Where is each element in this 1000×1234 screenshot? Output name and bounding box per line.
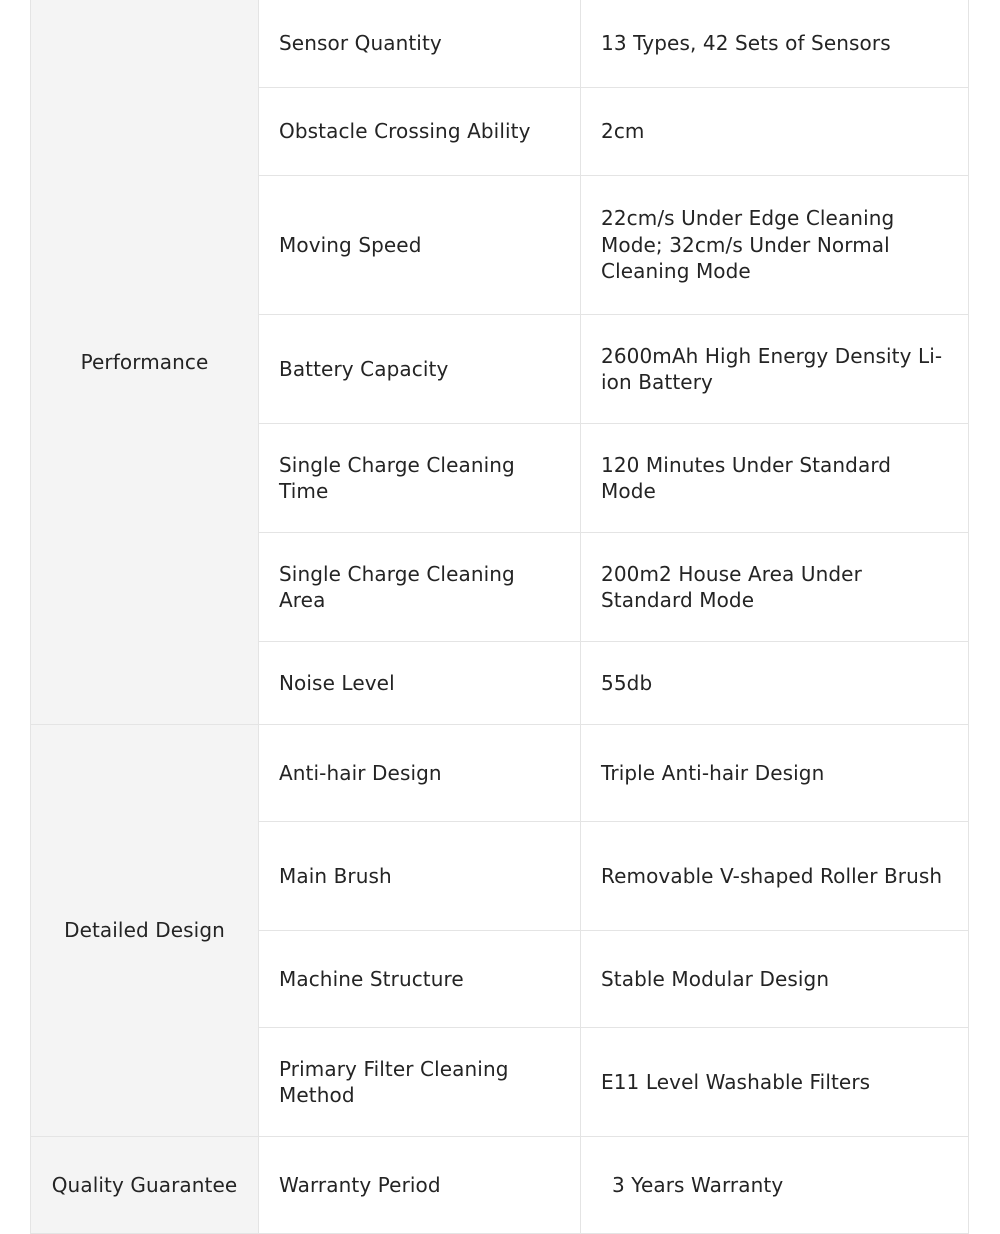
value-noise-level: 55db <box>580 641 969 725</box>
specification-table-body: Performance Sensor Quantity 13 Types, 42… <box>30 0 969 1234</box>
value-anti-hair-design: Triple Anti-hair Design <box>580 724 969 822</box>
specification-table: Performance Sensor Quantity 13 Types, 42… <box>30 0 969 1234</box>
value-main-brush: Removable V-shaped Roller Brush <box>580 821 969 931</box>
value-battery-capacity: 2600mAh High Energy Density Li-ion Batte… <box>580 314 969 424</box>
param-warranty-period: Warranty Period <box>258 1136 581 1234</box>
value-moving-speed: 22cm/s Under Edge Cleaning Mode; 32cm/s … <box>580 175 969 315</box>
param-sensor-quantity: Sensor Quantity <box>258 0 581 88</box>
param-battery-capacity: Battery Capacity <box>258 314 581 424</box>
param-noise-level: Noise Level <box>258 641 581 725</box>
group-label-performance: Performance <box>30 0 259 725</box>
param-moving-speed: Moving Speed <box>258 175 581 315</box>
table-row: Quality Guarantee Warranty Period 3 Year… <box>30 1136 969 1234</box>
table-row: Detailed Design Anti-hair Design Triple … <box>30 724 969 1137</box>
param-single-charge-cleaning-area: Single Charge Cleaning Area <box>258 532 581 642</box>
group-label-quality-guarantee: Quality Guarantee <box>30 1136 259 1234</box>
value-single-charge-cleaning-area: 200m2 House Area Under Standard Mode <box>580 532 969 642</box>
param-main-brush: Main Brush <box>258 821 581 931</box>
param-single-charge-cleaning-time: Single Charge Cleaning Time <box>258 423 581 533</box>
param-primary-filter-cleaning-method: Primary Filter Cleaning Method <box>258 1027 581 1137</box>
value-single-charge-cleaning-time: 120 Minutes Under Standard Mode <box>580 423 969 533</box>
param-obstacle-crossing-ability: Obstacle Crossing Ability <box>258 87 581 176</box>
value-primary-filter-cleaning-method: E11 Level Washable Filters <box>580 1027 969 1137</box>
param-machine-structure: Machine Structure <box>258 930 581 1028</box>
product-specification-sheet: Performance Sensor Quantity 13 Types, 42… <box>30 0 969 1234</box>
param-anti-hair-design: Anti-hair Design <box>258 724 581 822</box>
value-obstacle-crossing-ability: 2cm <box>580 87 969 176</box>
table-row: Performance Sensor Quantity 13 Types, 42… <box>30 0 969 725</box>
value-sensor-quantity: 13 Types, 42 Sets of Sensors <box>580 0 969 88</box>
value-machine-structure: Stable Modular Design <box>580 930 969 1028</box>
value-warranty-period: 3 Years Warranty <box>580 1136 969 1234</box>
group-label-detailed-design: Detailed Design <box>30 724 259 1137</box>
